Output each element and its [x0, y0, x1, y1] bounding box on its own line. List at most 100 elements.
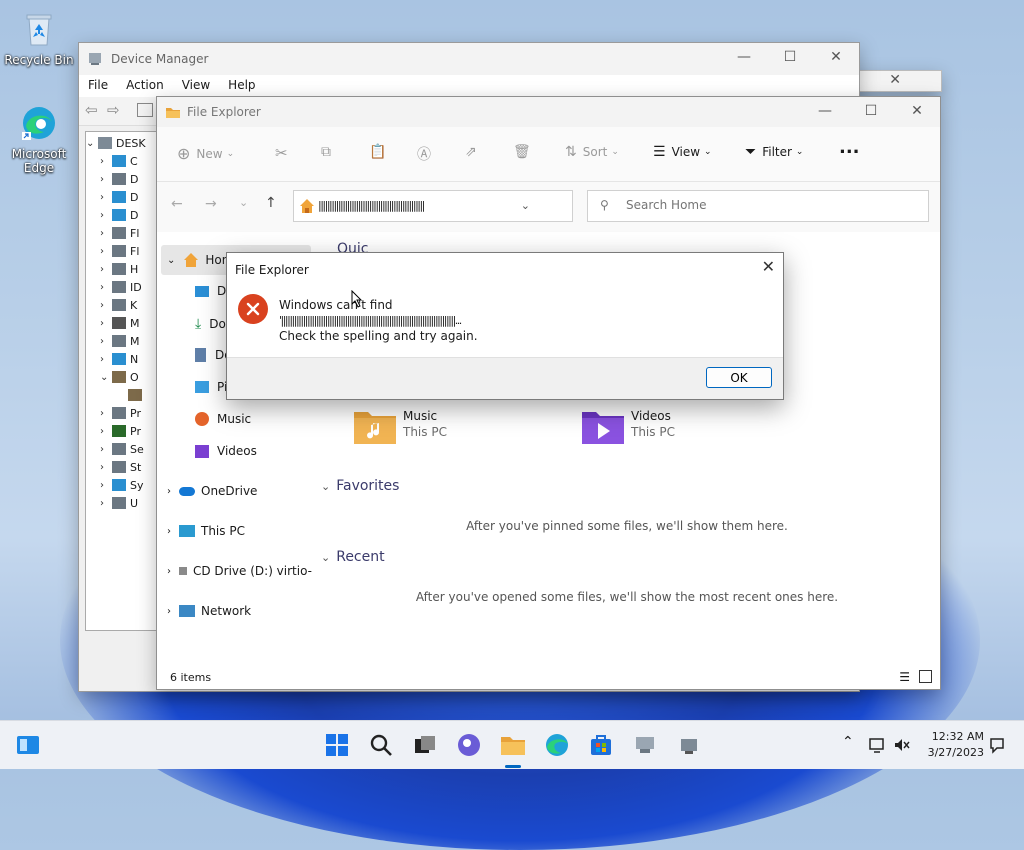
chevron-right-icon[interactable]: › [100, 426, 112, 437]
close-button[interactable]: ✕ [894, 103, 940, 119]
chevron-down-icon[interactable]: ⌄ [86, 138, 98, 149]
sort-button[interactable]: ⇅ Sort ⌄ [565, 144, 619, 160]
chevron-right-icon[interactable]: › [100, 336, 112, 347]
nav-item-downloads[interactable]: ⤓ Do [195, 316, 226, 332]
network-status-icon[interactable] [868, 736, 886, 754]
recent-section-header[interactable]: ⌄ Recent [321, 549, 385, 565]
chevron-right-icon[interactable]: › [100, 408, 112, 419]
nav-item-this-pc[interactable]: › This PC [167, 524, 245, 538]
back-arrow-icon[interactable]: ⇦ [85, 101, 98, 119]
dialog-titlebar[interactable]: File Explorer ✕ [227, 253, 783, 281]
device-manager-titlebar[interactable]: Device Manager — ☐ ✕ [79, 43, 859, 75]
tree-node[interactable]: › M [86, 332, 161, 350]
tiles-view-icon[interactable] [919, 670, 932, 683]
properties-icon[interactable] [137, 103, 153, 117]
nav-item-videos[interactable]: Videos [195, 444, 257, 458]
nav-item-cd-drive[interactable]: › CD Drive (D:) virtio- [167, 564, 312, 578]
cut-icon[interactable]: ✂ [275, 144, 288, 162]
app-taskbar-icon[interactable] [675, 731, 703, 759]
view-button[interactable]: ☰ View ⌄ [653, 144, 712, 160]
device-manager-taskbar-icon[interactable] [631, 731, 659, 759]
chevron-right-icon[interactable]: › [100, 210, 112, 221]
address-dropdown-icon[interactable]: ⌄ [521, 199, 530, 212]
details-view-icon[interactable]: ☰ [899, 670, 910, 684]
maximize-button[interactable]: ☐ [848, 103, 894, 119]
show-hidden-icons-icon[interactable]: ⌃ [842, 734, 854, 750]
chevron-right-icon[interactable]: › [100, 264, 112, 275]
error-dialog[interactable]: File Explorer ✕ Windows can't find '||||… [226, 252, 784, 400]
chevron-right-icon[interactable]: › [100, 174, 112, 185]
chevron-right-icon[interactable]: › [100, 300, 112, 311]
menu-action[interactable]: Action [117, 75, 173, 97]
minimize-button[interactable]: — [802, 103, 848, 119]
tree-node[interactable]: › Pr [86, 422, 161, 440]
dialog-close-button[interactable]: ✕ [762, 257, 775, 276]
start-icon[interactable] [323, 731, 351, 759]
more-options-button[interactable]: ... [839, 137, 860, 158]
clock[interactable]: 12:32 AM 3/27/2023 [918, 729, 984, 761]
tree-node[interactable]: › Fl [86, 242, 161, 260]
menu-help[interactable]: Help [219, 75, 264, 97]
nav-item-network[interactable]: › Network [167, 604, 251, 618]
recycle-bin-shortcut[interactable]: Recycle Bin [4, 10, 74, 67]
tree-node[interactable]: › Sy [86, 476, 161, 494]
close-icon[interactable]: ✕ [889, 72, 901, 88]
new-button[interactable]: ⊕ New ⌄ [177, 144, 234, 163]
chevron-right-icon[interactable]: › [100, 444, 112, 455]
forward-icon[interactable]: → [205, 196, 217, 212]
tree-node[interactable]: › D [86, 206, 161, 224]
tree-node[interactable]: › D [86, 170, 161, 188]
tree-node[interactable]: › ID [86, 278, 161, 296]
tree-node[interactable]: › C [86, 152, 161, 170]
chevron-down-icon[interactable]: ⌄ [100, 372, 112, 383]
chevron-right-icon[interactable]: › [100, 480, 112, 491]
tree-node[interactable]: › Pr [86, 404, 161, 422]
search-box[interactable]: ⚲ [587, 190, 929, 222]
volume-muted-icon[interactable] [893, 736, 911, 754]
quick-item-music[interactable]: Music This PC [353, 409, 553, 449]
favorites-section-header[interactable]: ⌄ Favorites [321, 478, 399, 494]
maximize-button[interactable]: ☐ [767, 49, 813, 65]
chevron-right-icon[interactable]: › [100, 354, 112, 365]
tree-node[interactable]: › D [86, 188, 161, 206]
search-input[interactable] [624, 197, 918, 213]
tree-node[interactable] [86, 386, 161, 404]
share-icon[interactable]: ⇗ [465, 144, 477, 160]
quick-item-videos[interactable]: Videos This PC [581, 409, 781, 449]
edge-taskbar-icon[interactable] [543, 731, 571, 759]
chevron-right-icon[interactable]: › [100, 462, 112, 473]
tree-node[interactable]: › H [86, 260, 161, 278]
tree-node[interactable]: › Fl [86, 224, 161, 242]
delete-icon[interactable]: 🗑 [513, 144, 531, 160]
address-bar[interactable]: ||||||||||||||||||||||||||||||||||||||||… [293, 190, 600, 222]
chevron-right-icon[interactable]: › [100, 318, 112, 329]
chevron-right-icon[interactable]: › [100, 498, 112, 509]
file-explorer-titlebar[interactable]: File Explorer — ☐ ✕ [157, 97, 940, 127]
chevron-right-icon[interactable]: › [100, 246, 112, 257]
tree-node[interactable]: › M [86, 314, 161, 332]
notification-icon[interactable] [988, 736, 1006, 754]
tree-node[interactable]: › K [86, 296, 161, 314]
up-icon[interactable]: ↑ [265, 195, 277, 211]
ok-button[interactable]: OK [706, 367, 772, 388]
chevron-right-icon[interactable]: › [100, 192, 112, 203]
close-button[interactable]: ✕ [813, 49, 859, 65]
chevron-right-icon[interactable]: › [100, 228, 112, 239]
tree-root[interactable]: ⌄ DESK [86, 134, 161, 152]
filter-button[interactable]: ⏷ Filter ⌄ [745, 144, 803, 160]
nav-item-home[interactable]: ⌄ Hon [167, 252, 229, 268]
tree-node[interactable]: › Se [86, 440, 161, 458]
nav-item-onedrive[interactable]: › OneDrive [167, 484, 257, 498]
search-icon[interactable] [367, 731, 395, 759]
chevron-right-icon[interactable]: › [100, 156, 112, 167]
rename-icon[interactable]: Ⓐ [417, 144, 431, 164]
recent-locations-icon[interactable]: ⌄ [239, 196, 248, 209]
chat-icon[interactable] [455, 731, 483, 759]
tree-node[interactable]: › U [86, 494, 161, 512]
menu-file[interactable]: File [79, 75, 117, 97]
file-explorer-taskbar-icon[interactable] [499, 731, 527, 759]
menu-view[interactable]: View [173, 75, 219, 97]
tree-node[interactable]: › St [86, 458, 161, 476]
minimize-button[interactable]: — [721, 49, 767, 65]
tree-node[interactable]: ⌄ O [86, 368, 161, 386]
